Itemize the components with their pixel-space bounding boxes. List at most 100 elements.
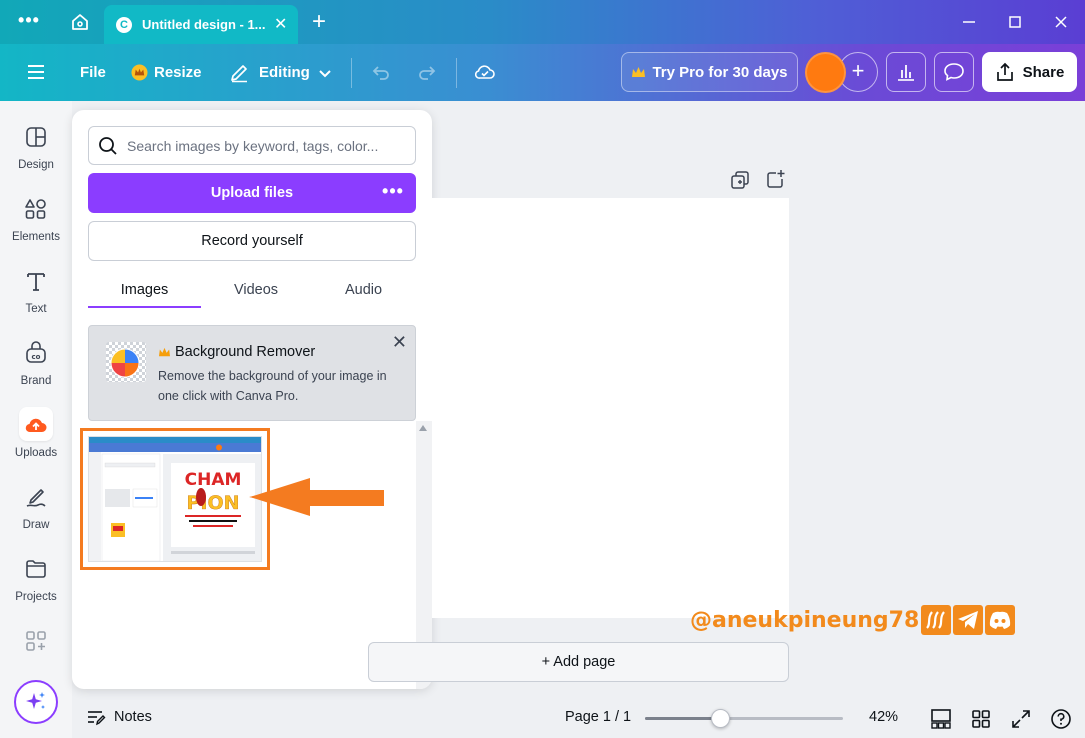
tab-images-label: Images bbox=[120, 282, 169, 298]
active-tab-indicator bbox=[88, 306, 201, 308]
grid-view-icon[interactable] bbox=[970, 708, 992, 730]
share-label: Share bbox=[1022, 63, 1065, 81]
minimize-icon[interactable] bbox=[957, 10, 981, 34]
tab-videos-label: Videos bbox=[233, 282, 279, 298]
search-input[interactable] bbox=[127, 135, 407, 157]
record-yourself-button[interactable]: Record yourself bbox=[88, 221, 416, 261]
page-view-icon[interactable] bbox=[930, 708, 952, 730]
browser-tab[interactable]: C Untitled design - 1... ✕ bbox=[104, 5, 298, 44]
rail-item-elements[interactable]: Elements bbox=[0, 197, 72, 257]
rail-label: Design bbox=[18, 159, 54, 171]
crown-icon bbox=[159, 347, 170, 356]
search-box bbox=[88, 126, 416, 165]
tab-images[interactable]: Images bbox=[88, 272, 201, 308]
text-icon bbox=[27, 273, 45, 291]
rail-item-uploads[interactable]: Uploads bbox=[0, 407, 72, 473]
side-rail: Design Elements Text co Brand Uploads Dr… bbox=[0, 101, 72, 738]
promo-description: Remove the background of your image in o… bbox=[158, 369, 387, 403]
tab-audio[interactable]: Audio bbox=[311, 272, 416, 308]
upload-files-button[interactable]: Upload files ••• bbox=[88, 173, 416, 213]
try-pro-button[interactable]: Try Pro for 30 days bbox=[621, 52, 798, 92]
more-dots-icon[interactable]: ••• bbox=[14, 10, 44, 34]
thumbnail-headline-bottom: PION bbox=[186, 492, 239, 514]
file-menu[interactable]: File bbox=[80, 44, 106, 101]
rail-label: Projects bbox=[15, 591, 57, 603]
rail-item-brand[interactable]: co Brand bbox=[0, 341, 72, 401]
resize-label: Resize bbox=[154, 64, 202, 81]
record-yourself-label: Record yourself bbox=[201, 233, 303, 249]
uploaded-image-thumbnail[interactable]: CHAM PION bbox=[80, 428, 270, 570]
add-page-icon[interactable] bbox=[766, 169, 786, 189]
tab-title: Untitled design - 1... bbox=[142, 17, 266, 32]
hamburger-menu-icon[interactable] bbox=[26, 62, 46, 82]
share-button[interactable]: Share bbox=[982, 52, 1077, 92]
background-remover-promo[interactable]: Background Remover Remove the background… bbox=[88, 325, 416, 421]
crown-icon bbox=[632, 66, 646, 77]
upload-more-icon[interactable]: ••• bbox=[378, 173, 408, 213]
notes-icon bbox=[88, 711, 106, 726]
rail-label: Text bbox=[25, 303, 47, 315]
magic-assistant-button[interactable] bbox=[14, 680, 58, 724]
help-icon[interactable] bbox=[1050, 708, 1072, 730]
brand-icon: co bbox=[26, 341, 46, 363]
maximize-icon[interactable] bbox=[1003, 10, 1027, 34]
scroll-up-icon[interactable] bbox=[419, 425, 427, 431]
tab-audio-label: Audio bbox=[344, 282, 383, 298]
promo-title: Background Remover bbox=[158, 344, 315, 360]
duplicate-page-icon[interactable] bbox=[730, 170, 750, 190]
insights-button[interactable] bbox=[886, 52, 926, 92]
folder-icon bbox=[26, 560, 46, 578]
fullscreen-icon[interactable] bbox=[1010, 708, 1032, 730]
steemit-icon bbox=[921, 605, 952, 635]
uploads-panel: Upload files ••• Record yourself Images … bbox=[72, 110, 432, 689]
rail-item-draw[interactable]: Draw bbox=[0, 485, 72, 545]
chevron-down-icon bbox=[319, 69, 331, 77]
thumbnail-contents: CHAM PION bbox=[89, 437, 261, 561]
thumbnail-headline-top: CHAM bbox=[185, 470, 242, 490]
comments-button[interactable] bbox=[934, 52, 974, 92]
home-icon[interactable] bbox=[68, 10, 92, 34]
bar-chart-icon bbox=[898, 65, 914, 81]
notes-label: Notes bbox=[114, 709, 152, 725]
canva-logo-icon: C bbox=[116, 17, 132, 33]
avatar[interactable] bbox=[805, 52, 846, 93]
add-page-label: + Add page bbox=[541, 654, 616, 670]
crown-icon bbox=[131, 64, 148, 81]
notes-button[interactable]: Notes bbox=[86, 708, 152, 726]
apps-icon bbox=[26, 631, 46, 651]
undo-icon[interactable] bbox=[370, 61, 392, 83]
rail-item-text[interactable]: Text bbox=[0, 269, 72, 329]
zoom-slider-fill bbox=[645, 717, 720, 720]
zoom-slider-handle[interactable] bbox=[711, 709, 730, 728]
new-tab-icon[interactable]: + bbox=[312, 8, 326, 36]
promo-title-text: Background Remover bbox=[175, 344, 316, 360]
close-icon[interactable]: ✕ bbox=[392, 332, 407, 353]
close-tab-icon[interactable]: ✕ bbox=[274, 14, 287, 34]
close-window-icon[interactable] bbox=[1049, 10, 1073, 34]
redo-icon[interactable] bbox=[416, 61, 438, 83]
rail-label: Brand bbox=[20, 375, 52, 387]
resize-button[interactable]: Resize bbox=[131, 44, 202, 101]
editor-toolbar: File Resize Editing Try Pro for 30 days bbox=[0, 44, 1085, 101]
page-indicator[interactable]: Page 1 / 1 bbox=[565, 709, 631, 725]
draw-icon bbox=[26, 489, 46, 507]
elements-icon bbox=[25, 199, 46, 219]
rail-item-design[interactable]: Design bbox=[0, 125, 72, 185]
file-label: File bbox=[80, 64, 106, 81]
comment-icon bbox=[944, 63, 964, 81]
rail-label: Draw bbox=[22, 519, 50, 531]
title-bar: ••• C Untitled design - 1... ✕ + bbox=[0, 0, 1085, 44]
zoom-level[interactable]: 42% bbox=[869, 709, 898, 725]
bottom-bar: Notes Page 1 / 1 42% bbox=[72, 698, 1085, 738]
rail-item-projects[interactable]: Projects bbox=[0, 557, 72, 617]
background-remover-icon bbox=[106, 342, 146, 382]
add-page-button[interactable]: + Add page bbox=[368, 642, 789, 682]
cloud-saved-icon[interactable] bbox=[473, 60, 497, 84]
discord-icon bbox=[985, 605, 1016, 635]
zoom-slider[interactable] bbox=[645, 717, 843, 720]
watermark: @aneukpineung78 bbox=[690, 605, 1016, 635]
try-pro-label: Try Pro for 30 days bbox=[652, 63, 788, 81]
design-canvas[interactable] bbox=[432, 198, 789, 618]
tab-videos[interactable]: Videos bbox=[201, 272, 311, 308]
editing-mode-button[interactable]: Editing bbox=[229, 44, 332, 101]
